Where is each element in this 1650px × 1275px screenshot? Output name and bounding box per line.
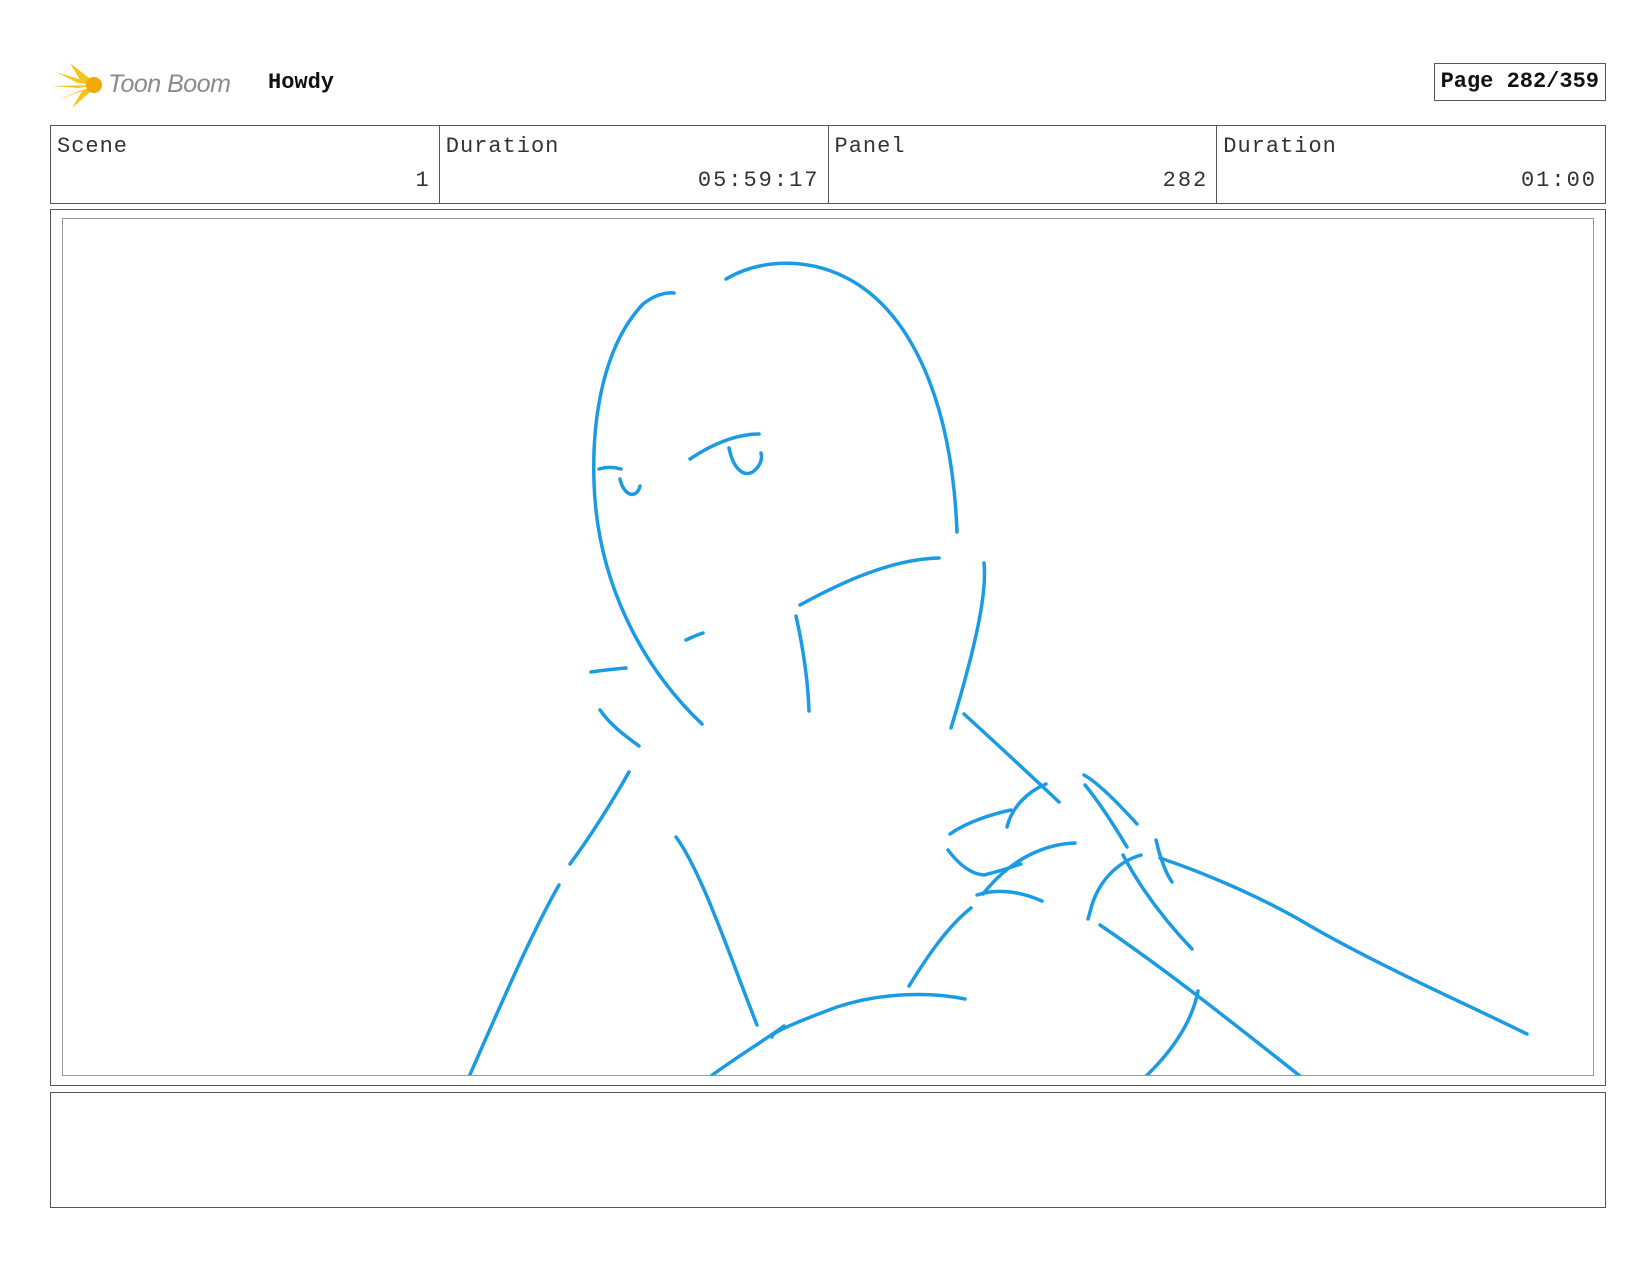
sketch-stroke	[1082, 773, 1139, 826]
sketch-stroke	[946, 848, 1023, 877]
sketch-stroke	[794, 614, 811, 713]
sketch-stroke	[709, 1024, 786, 1075]
scene-duration-cell: Duration 05:59:17	[438, 126, 828, 203]
page-header: Toon Boom Howdy Page 282/359	[50, 52, 1606, 114]
sketch-stroke	[592, 291, 704, 726]
sketch-stroke	[949, 561, 987, 730]
scene-duration-label: Duration	[445, 134, 560, 159]
sketch-stroke	[981, 841, 1077, 896]
sketch-stroke	[467, 883, 561, 1075]
sketch-stroke	[770, 992, 967, 1039]
sketch-stroke	[674, 835, 759, 1027]
character-sketch	[467, 261, 1529, 1075]
sketch-stroke	[798, 556, 941, 607]
sketch-stroke	[598, 708, 641, 748]
project-title: Howdy	[268, 70, 335, 95]
sketch-stroke	[724, 261, 959, 534]
sketch-stroke	[688, 432, 761, 461]
sketch-stroke	[1144, 989, 1200, 1075]
scene-cell: Scene 1	[51, 126, 439, 203]
panel-label: Panel	[834, 134, 906, 159]
panel-duration-value: 01:00	[1520, 168, 1597, 193]
logo-text: Toon Boom	[108, 70, 231, 98]
sketch-stroke	[1005, 782, 1048, 829]
scene-value: 1	[415, 168, 431, 193]
panel-cell: Panel 282	[827, 126, 1217, 203]
sketch-stroke	[907, 906, 973, 988]
panel-notes-box	[50, 1092, 1606, 1208]
starburst-icon	[52, 63, 102, 108]
sketch-stroke	[962, 712, 1061, 804]
panel-frame	[50, 209, 1606, 1086]
sketch-stroke	[727, 446, 764, 476]
panel-info-table: Scene 1 Duration 05:59:17 Panel 282 Dura…	[50, 125, 1606, 204]
sketch-stroke	[684, 631, 705, 642]
sketch-stroke	[948, 808, 1013, 836]
scene-label: Scene	[57, 134, 129, 159]
sketch-stroke	[568, 770, 631, 866]
sketch-stroke	[618, 477, 642, 496]
sketch-stroke	[589, 666, 628, 674]
scene-duration-value: 05:59:17	[697, 168, 820, 193]
panel-value: 282	[1162, 168, 1209, 193]
sketch-stroke	[1098, 923, 1302, 1075]
page-number: Page 282/359	[1433, 63, 1606, 101]
sketch-stroke	[597, 465, 623, 471]
panel-image-area	[62, 218, 1594, 1076]
sketch-stroke	[975, 889, 1044, 903]
sketch-stroke	[1121, 853, 1194, 951]
panel-duration-cell: Duration 01:00	[1216, 126, 1605, 203]
panel-duration-label: Duration	[1223, 134, 1337, 159]
sketch-stroke	[1086, 853, 1143, 921]
